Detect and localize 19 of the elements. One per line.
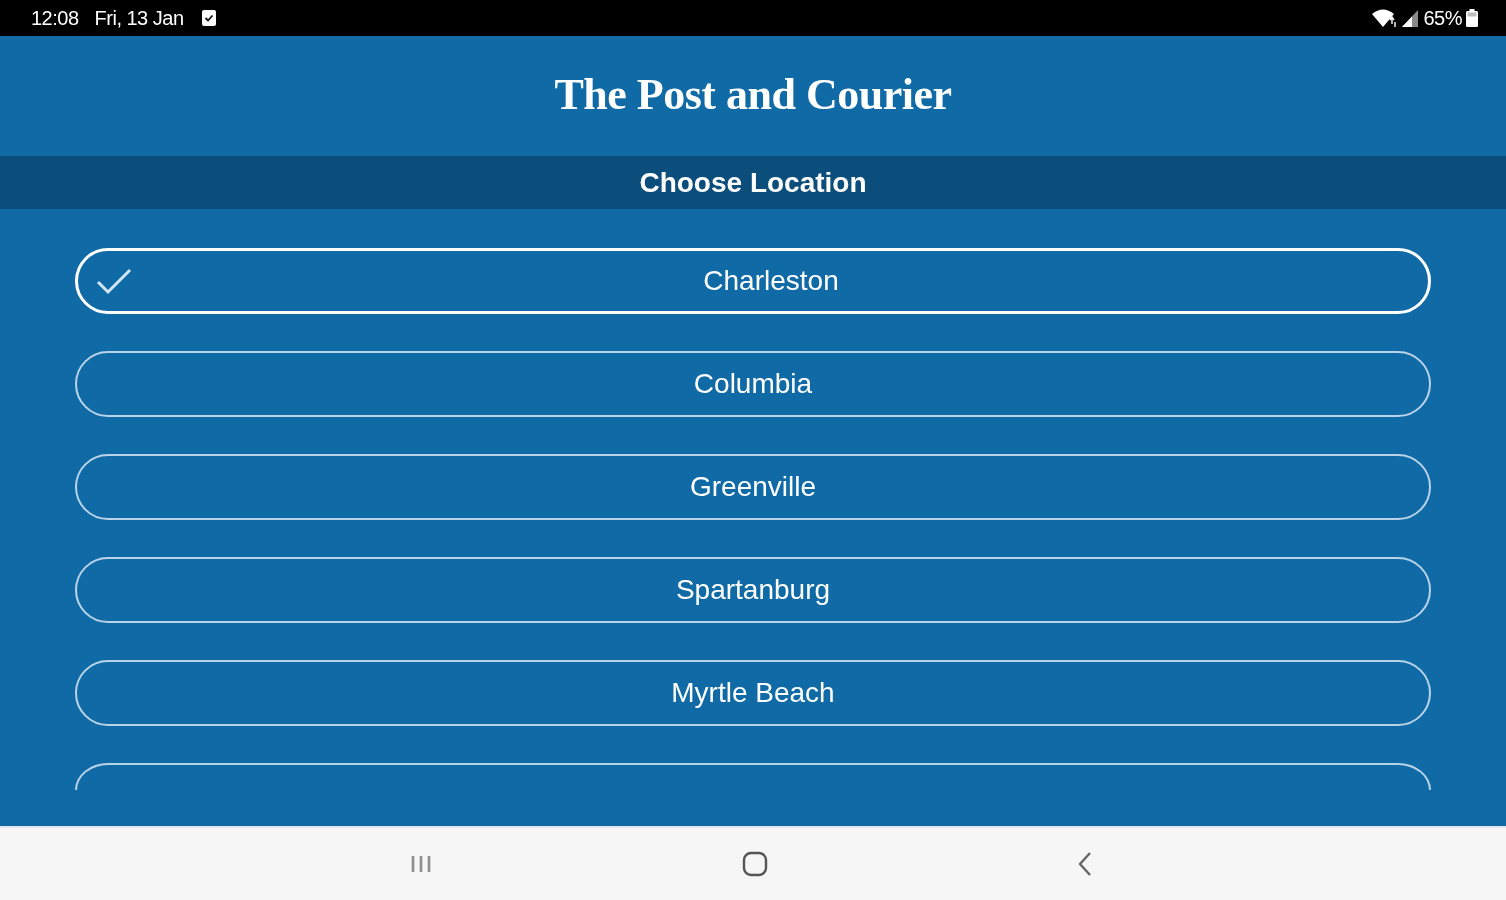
checked-square-icon bbox=[201, 10, 216, 26]
home-icon[interactable] bbox=[742, 851, 768, 877]
location-button[interactable]: Spartanburg bbox=[75, 557, 1431, 623]
back-icon[interactable] bbox=[1077, 851, 1093, 877]
status-time: 12:08 bbox=[31, 6, 79, 30]
wifi-icon bbox=[1371, 8, 1398, 28]
checkmark-icon bbox=[96, 267, 132, 295]
location-button[interactable]: Columbia bbox=[75, 351, 1431, 417]
location-button[interactable]: Charleston bbox=[75, 248, 1431, 314]
signal-icon bbox=[1401, 9, 1420, 27]
location-button[interactable] bbox=[75, 763, 1431, 790]
section-title: Choose Location bbox=[639, 166, 867, 199]
battery-icon bbox=[1466, 9, 1478, 27]
battery-percent: 65% bbox=[1423, 6, 1462, 30]
location-button[interactable]: Greenville bbox=[75, 454, 1431, 520]
recent-apps-icon[interactable] bbox=[409, 854, 433, 874]
location-button[interactable]: Myrtle Beach bbox=[75, 660, 1431, 726]
logo-text: The Post and Courier bbox=[554, 68, 952, 120]
status-date: Fri, 13 Jan bbox=[94, 6, 184, 30]
